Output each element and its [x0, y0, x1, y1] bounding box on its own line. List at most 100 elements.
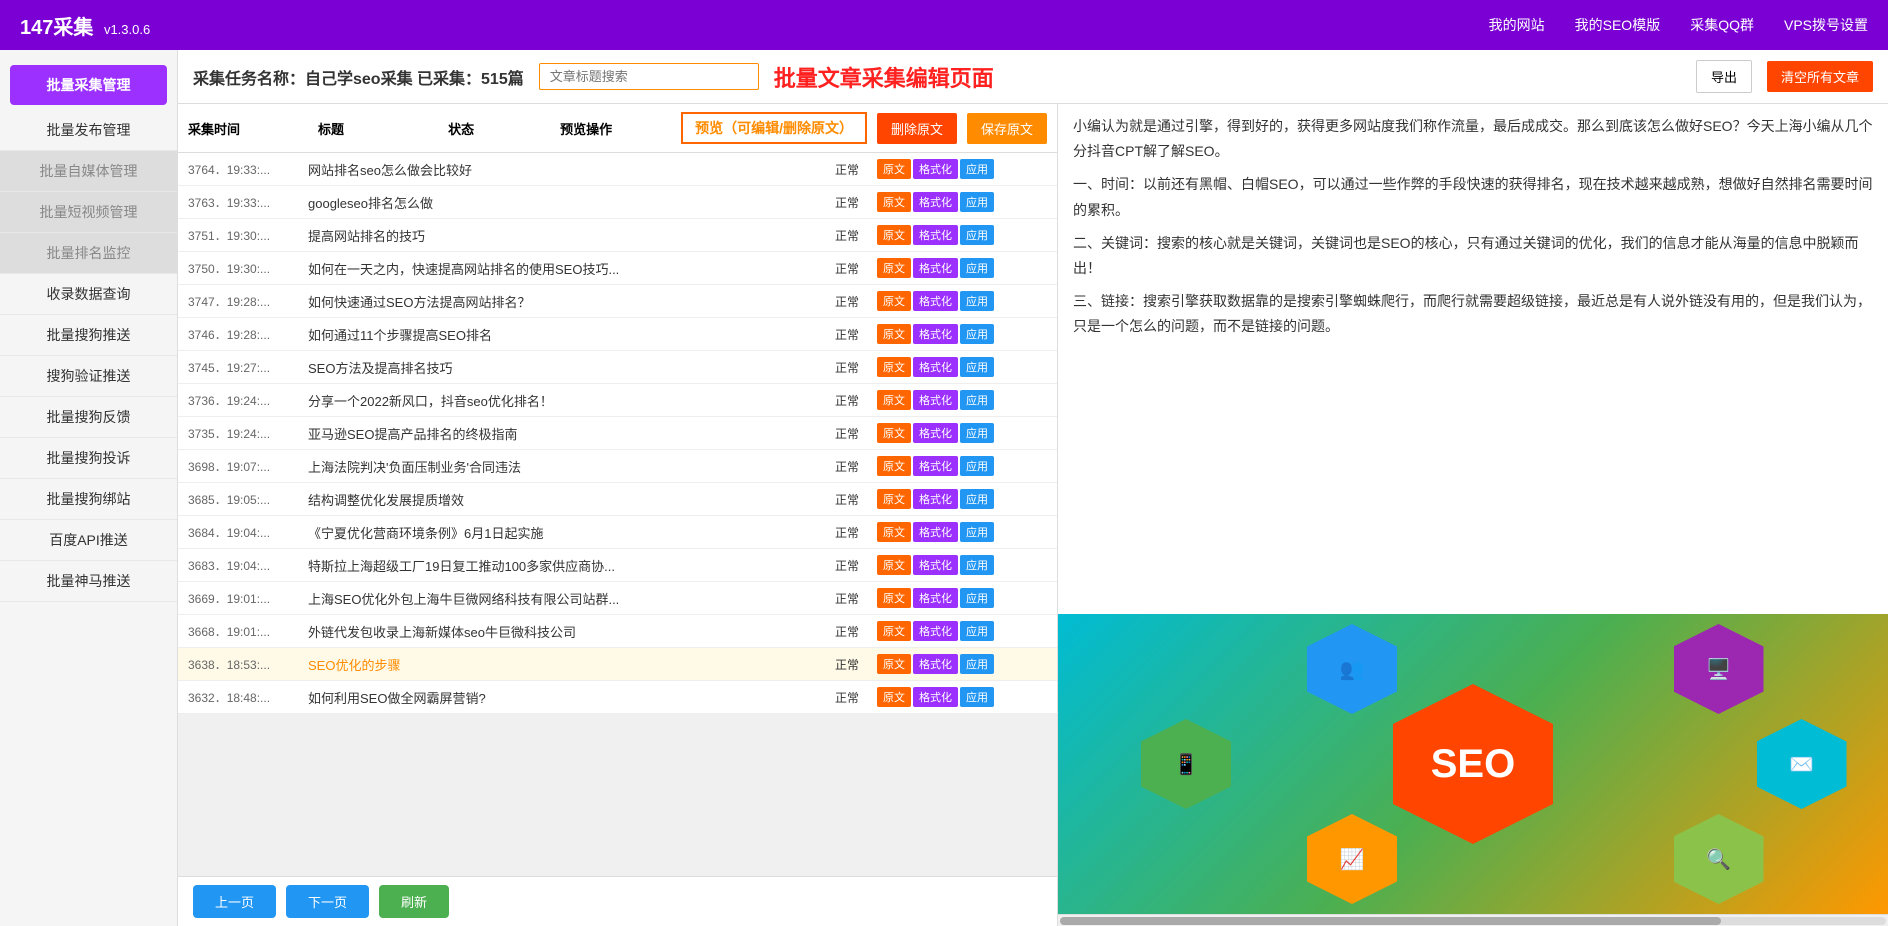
orig-button[interactable]: 原文	[877, 687, 911, 707]
table-row[interactable]: 3632．18:48:... 如何利用SEO做全网霸屏营销? 正常 原文 格式化…	[178, 681, 1057, 714]
format-button[interactable]: 格式化	[913, 258, 958, 278]
orig-button[interactable]: 原文	[877, 621, 911, 641]
table-row[interactable]: 3750．19:30:... 如何在一天之内，快速提高网站排名的使用SEO技巧.…	[178, 252, 1057, 285]
orig-button[interactable]: 原文	[877, 357, 911, 377]
apply-button[interactable]: 应用	[960, 654, 994, 674]
format-button[interactable]: 格式化	[913, 489, 958, 509]
apply-button[interactable]: 应用	[960, 291, 994, 311]
sidebar-item-sogou-complaint[interactable]: 批量搜狗投诉	[0, 438, 177, 479]
format-button[interactable]: 格式化	[913, 192, 958, 212]
table-row[interactable]: 3668．19:01:... 外链代发包收录上海新媒体seo牛巨微科技公司 正常…	[178, 615, 1057, 648]
nav-seo-template[interactable]: 我的SEO模版	[1575, 15, 1661, 35]
apply-button[interactable]: 应用	[960, 324, 994, 344]
table-row[interactable]: 3669．19:01:... 上海SEO优化外包上海牛巨微网络科技有限公司站群.…	[178, 582, 1057, 615]
sidebar-item-baidu-api[interactable]: 百度API推送	[0, 520, 177, 561]
seo-center-hex: SEO	[1393, 684, 1553, 844]
preview-horizontal-scrollbar[interactable]	[1058, 914, 1888, 926]
prev-page-button[interactable]: 上一页	[193, 885, 276, 918]
orig-button[interactable]: 原文	[877, 258, 911, 278]
refresh-button[interactable]: 刷新	[379, 885, 449, 918]
nav-vps-settings[interactable]: VPS拨号设置	[1784, 15, 1868, 35]
format-button[interactable]: 格式化	[913, 423, 958, 443]
orig-button[interactable]: 原文	[877, 489, 911, 509]
format-button[interactable]: 格式化	[913, 225, 958, 245]
format-button[interactable]: 格式化	[913, 324, 958, 344]
row-action-buttons: 原文 格式化 应用	[877, 291, 1047, 311]
save-orig-button[interactable]: 保存原文	[967, 113, 1047, 144]
table-row[interactable]: 3683．19:04:... 特斯拉上海超级工厂19日复工推动100多家供应商协…	[178, 549, 1057, 582]
apply-button[interactable]: 应用	[960, 390, 994, 410]
format-button[interactable]: 格式化	[913, 357, 958, 377]
table-row[interactable]: 3763．19:33:... googleseo排名怎么做 正常 原文 格式化 …	[178, 186, 1057, 219]
table-row[interactable]: 3684．19:04:... 《宁夏优化营商环境条例》6月1日起实施 正常 原文…	[178, 516, 1057, 549]
orig-button[interactable]: 原文	[877, 159, 911, 179]
table-row[interactable]: 3685．19:05:... 结构调整优化发展提质增效 正常 原文 格式化 应用	[178, 483, 1057, 516]
nav-qq-group[interactable]: 采集QQ群	[1690, 15, 1754, 35]
sidebar-item-data-query[interactable]: 收录数据查询	[0, 274, 177, 315]
sidebar-item-sogou-bind[interactable]: 批量搜狗绑站	[0, 479, 177, 520]
sidebar-item-shenma[interactable]: 批量神马推送	[0, 561, 177, 602]
orig-button[interactable]: 原文	[877, 654, 911, 674]
orig-button[interactable]: 原文	[877, 291, 911, 311]
sidebar-item-batch-publish[interactable]: 批量发布管理	[0, 110, 177, 151]
next-page-button[interactable]: 下一页	[286, 885, 369, 918]
sidebar-item-batch-video[interactable]: 批量短视频管理	[0, 192, 177, 233]
format-button[interactable]: 格式化	[913, 159, 958, 179]
sidebar-item-sogou-push[interactable]: 批量搜狗推送	[0, 315, 177, 356]
table-row[interactable]: 3735．19:24:... 亚马逊SEO提高产品排名的终极指南 正常 原文 格…	[178, 417, 1057, 450]
nav-my-website[interactable]: 我的网站	[1489, 15, 1545, 35]
table-row[interactable]: 3638．18:53:... SEO优化的步骤 正常 原文 格式化 应用	[178, 648, 1057, 681]
table-row[interactable]: 3745．19:27:... SEO方法及提高排名技巧 正常 原文 格式化 应用	[178, 351, 1057, 384]
table-row[interactable]: 3736．19:24:... 分享一个2022新风口，抖音seo优化排名！ 正常…	[178, 384, 1057, 417]
format-button[interactable]: 格式化	[913, 522, 958, 542]
table-row[interactable]: 3746．19:28:... 如何通过11个步骤提高SEO排名 正常 原文 格式…	[178, 318, 1057, 351]
orig-button[interactable]: 原文	[877, 192, 911, 212]
sidebar-item-batch-rank[interactable]: 批量排名监控	[0, 233, 177, 274]
apply-button[interactable]: 应用	[960, 687, 994, 707]
export-button[interactable]: 导出	[1696, 60, 1752, 93]
clear-all-button[interactable]: 清空所有文章	[1767, 61, 1873, 92]
scrollbar-thumb[interactable]	[1060, 917, 1721, 925]
sidebar-item-batch-collect[interactable]: 批量采集管理	[10, 65, 167, 105]
apply-button[interactable]: 应用	[960, 192, 994, 212]
format-button[interactable]: 格式化	[913, 654, 958, 674]
apply-button[interactable]: 应用	[960, 522, 994, 542]
apply-button[interactable]: 应用	[960, 555, 994, 575]
apply-button[interactable]: 应用	[960, 423, 994, 443]
format-button[interactable]: 格式化	[913, 555, 958, 575]
apply-button[interactable]: 应用	[960, 489, 994, 509]
apply-button[interactable]: 应用	[960, 225, 994, 245]
search-input[interactable]	[539, 63, 759, 90]
apply-button[interactable]: 应用	[960, 456, 994, 476]
delete-orig-button[interactable]: 删除原文	[877, 113, 957, 144]
sidebar-item-sogou-feedback[interactable]: 批量搜狗反馈	[0, 397, 177, 438]
apply-button[interactable]: 应用	[960, 159, 994, 179]
scrollbar-track[interactable]	[1060, 917, 1886, 925]
orig-button[interactable]: 原文	[877, 588, 911, 608]
orig-button[interactable]: 原文	[877, 423, 911, 443]
table-row[interactable]: 3751．19:30:... 提高网站排名的技巧 正常 原文 格式化 应用	[178, 219, 1057, 252]
sidebar-item-sogou-verify[interactable]: 搜狗验证推送	[0, 356, 177, 397]
apply-button[interactable]: 应用	[960, 588, 994, 608]
table-row[interactable]: 3764．19:33:... 网站排名seo怎么做会比较好 正常 原文 格式化 …	[178, 153, 1057, 186]
format-button[interactable]: 格式化	[913, 588, 958, 608]
format-button[interactable]: 格式化	[913, 456, 958, 476]
table-row[interactable]: 3747．19:28:... 如何快速通过SEO方法提高网站排名？ 正常 原文 …	[178, 285, 1057, 318]
orig-button[interactable]: 原文	[877, 456, 911, 476]
header-nav: 我的网站 我的SEO模版 采集QQ群 VPS拨号设置	[1489, 15, 1868, 35]
format-button[interactable]: 格式化	[913, 390, 958, 410]
format-button[interactable]: 格式化	[913, 687, 958, 707]
apply-button[interactable]: 应用	[960, 621, 994, 641]
table-row[interactable]: 3698．19:07:... 上海法院判决'负面压制业务'合同违法 正常 原文 …	[178, 450, 1057, 483]
format-button[interactable]: 格式化	[913, 621, 958, 641]
apply-button[interactable]: 应用	[960, 258, 994, 278]
apply-button[interactable]: 应用	[960, 357, 994, 377]
preview-text-area[interactable]: 小编认为就是通过引擎，得到好的，获得更多网站度我们称作流量，最后成成交。那么到底…	[1058, 104, 1888, 614]
orig-button[interactable]: 原文	[877, 555, 911, 575]
orig-button[interactable]: 原文	[877, 225, 911, 245]
orig-button[interactable]: 原文	[877, 390, 911, 410]
sidebar-item-batch-media[interactable]: 批量自媒体管理	[0, 151, 177, 192]
format-button[interactable]: 格式化	[913, 291, 958, 311]
orig-button[interactable]: 原文	[877, 522, 911, 542]
orig-button[interactable]: 原文	[877, 324, 911, 344]
